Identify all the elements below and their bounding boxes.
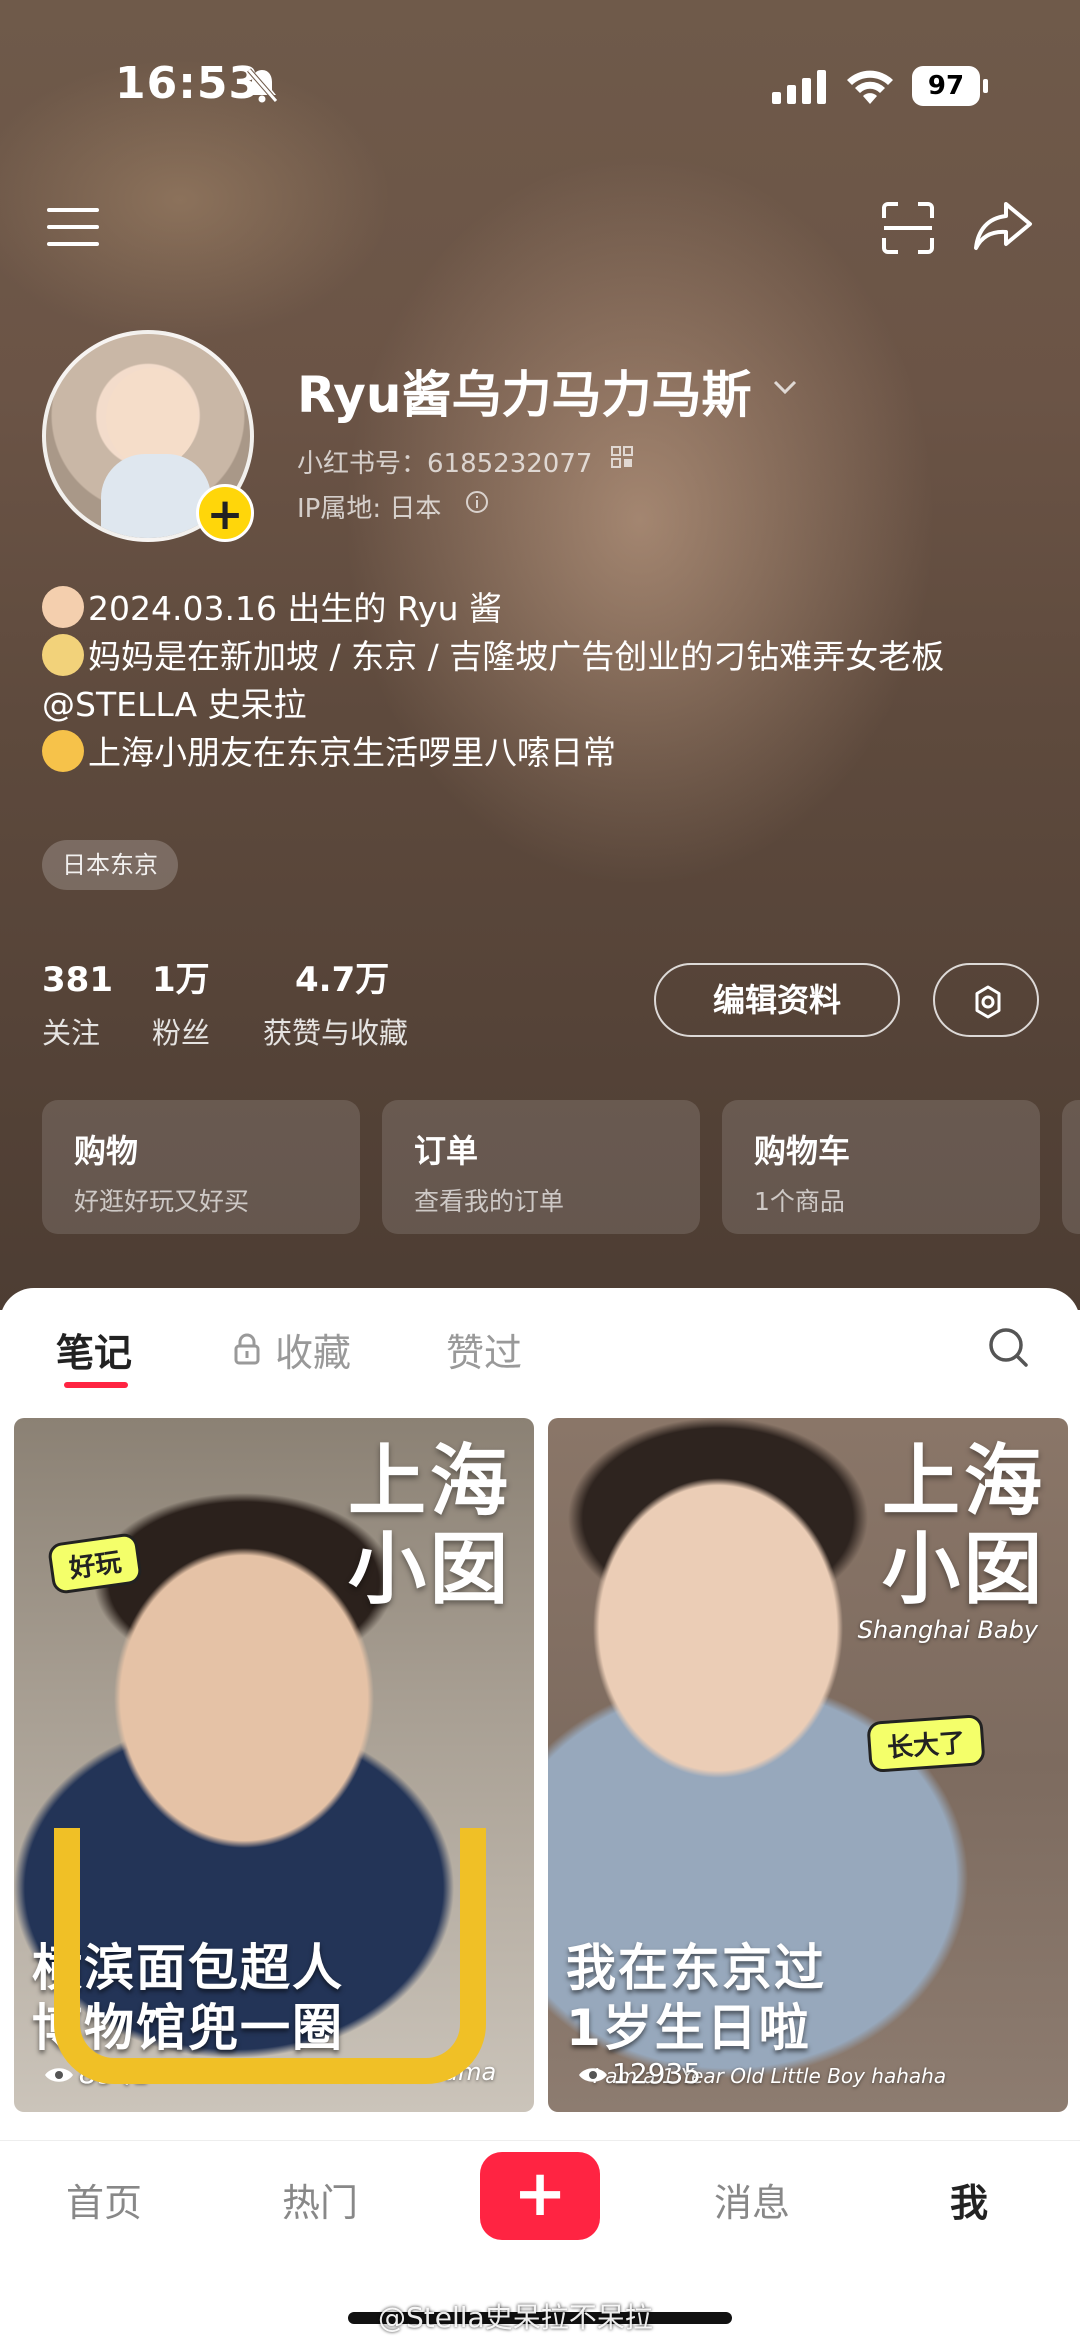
tab-notes[interactable]: 笔记 bbox=[56, 1322, 132, 1377]
share-icon[interactable] bbox=[972, 198, 1034, 254]
bio-line: @STELLA 史呆拉 bbox=[42, 681, 1042, 729]
gear-icon bbox=[975, 985, 1001, 1019]
card-orders[interactable]: 订单 查看我的订单 bbox=[382, 1100, 700, 1234]
card-title: 购物 bbox=[74, 1132, 139, 1170]
publish-button[interactable]: + bbox=[480, 2152, 600, 2240]
status-time: 16:53 bbox=[115, 58, 261, 109]
stat-followers[interactable]: 1万 粉丝 bbox=[152, 958, 210, 1052]
ip-location: IP属地: 日本 bbox=[297, 494, 442, 524]
stat-number: 381 bbox=[42, 960, 113, 1000]
location-tag[interactable]: 日本东京 bbox=[42, 840, 178, 890]
bio-line: 2024.03.16 出生的 Ryu 酱 bbox=[42, 585, 1042, 633]
profile-nickname: Ryu酱乌力马力马斯 bbox=[297, 366, 752, 424]
note-cover-title: 上海 小囡 bbox=[347, 1437, 512, 1615]
stat-likes-collections[interactable]: 4.7万 获赞与收藏 bbox=[263, 958, 408, 1052]
card-more[interactable] bbox=[1062, 1100, 1080, 1234]
note-caption-line: 1岁生日啦 bbox=[566, 1999, 811, 2057]
card-subtitle: 查看我的订单 bbox=[414, 1187, 565, 1216]
red-id: 小红书号：6185232077 bbox=[297, 449, 593, 479]
scan-icon[interactable] bbox=[880, 200, 936, 256]
stat-label: 粉丝 bbox=[152, 1016, 211, 1050]
bio-text: 上海小朋友在东京生活啰里八嗦日常 bbox=[88, 733, 616, 772]
card-title: 订单 bbox=[414, 1132, 479, 1170]
eye-icon bbox=[579, 2068, 607, 2082]
stat-following[interactable]: 381 关注 bbox=[42, 958, 113, 1052]
note-caption-line: 横滨面包超人 bbox=[32, 1939, 344, 1997]
bio-text: 妈妈是在新加坡 / 东京 / 吉隆坡广告创业的刁钻难弄女老板 bbox=[88, 637, 945, 676]
plus-icon: + bbox=[513, 2157, 567, 2231]
note-en-title: Shanghai Baby bbox=[857, 1616, 1038, 1644]
note-en-caption: Anpanman Museum at Yokohama bbox=[94, 2058, 497, 2086]
card-subtitle: 好逛好玩又好买 bbox=[74, 1187, 250, 1216]
bio-mention-link[interactable]: @STELLA 史呆拉 bbox=[42, 685, 307, 724]
avatar-face bbox=[106, 368, 198, 468]
edit-profile-button[interactable]: 编辑资料 bbox=[654, 963, 900, 1037]
info-icon[interactable] bbox=[465, 490, 489, 514]
bio-line: 上海小朋友在东京生活啰里八嗦日常 bbox=[42, 729, 1042, 777]
wifi-icon bbox=[847, 70, 893, 104]
add-avatar-button[interactable]: + bbox=[196, 484, 254, 542]
card-shopping[interactable]: 购物 好逛好玩又好买 bbox=[42, 1100, 360, 1234]
menu-icon[interactable] bbox=[45, 205, 101, 249]
cellular-signal-icon bbox=[772, 70, 826, 104]
thinking-emoji-icon bbox=[42, 730, 84, 772]
nav-trending[interactable]: 热门 bbox=[282, 2172, 358, 2227]
card-subtitle: 1个商品 bbox=[754, 1187, 845, 1216]
eye-icon bbox=[45, 2068, 73, 2082]
qr-code-icon[interactable] bbox=[610, 445, 634, 469]
note-caption-line: 博物馆兜一圈 bbox=[32, 1999, 344, 2057]
nav-home[interactable]: 首页 bbox=[66, 2172, 142, 2227]
note-card[interactable]: 上海 小囡 Shanghai Baby 长大了 我在东京过 1岁生日啦 I am … bbox=[548, 1418, 1068, 2112]
note-cover-title: 上海 小囡 bbox=[881, 1437, 1046, 1615]
active-tab-indicator bbox=[64, 1382, 128, 1388]
profile-bio: 2024.03.16 出生的 Ryu 酱 妈妈是在新加坡 / 东京 / 吉隆坡广… bbox=[42, 585, 1042, 777]
nav-messages[interactable]: 消息 bbox=[714, 2172, 790, 2227]
avatar-body bbox=[101, 454, 211, 538]
card-cart[interactable]: 购物车 1个商品 bbox=[722, 1100, 1040, 1234]
note-views-count: 12935 bbox=[612, 2057, 702, 2090]
stat-label: 关注 bbox=[42, 1016, 101, 1050]
note-sticker: 好玩 bbox=[46, 1531, 144, 1596]
settings-button[interactable] bbox=[933, 963, 1039, 1037]
stat-number: 4.7万 bbox=[295, 960, 390, 1000]
note-views-count: 8941 bbox=[78, 2057, 150, 2090]
note-card[interactable]: 上海 小囡 好玩 横滨面包超人 博物馆兜一圈 Anpanman Museum at… bbox=[14, 1418, 534, 2112]
note-sticker: 长大了 bbox=[866, 1714, 986, 1773]
tab-liked[interactable]: 赞过 bbox=[446, 1322, 522, 1377]
note-views: 12935 bbox=[578, 2057, 701, 2090]
note-views: 8941 bbox=[44, 2057, 149, 2090]
note-caption-line: 我在东京过 bbox=[566, 1939, 826, 1997]
watermark: @Stella史呆拉不呆拉 bbox=[378, 2301, 653, 2334]
bio-text: 2024.03.16 出生的 Ryu 酱 bbox=[88, 589, 502, 628]
mute-bell-icon bbox=[247, 68, 278, 103]
woman-emoji-icon bbox=[42, 634, 84, 676]
baby-emoji-icon bbox=[42, 586, 84, 628]
search-icon[interactable] bbox=[986, 1325, 1030, 1369]
lock-icon bbox=[234, 1333, 260, 1365]
card-title: 购物车 bbox=[754, 1132, 851, 1170]
bio-line: 妈妈是在新加坡 / 东京 / 吉隆坡广告创业的刁钻难弄女老板 bbox=[42, 633, 1042, 681]
tab-collections[interactable]: 收藏 bbox=[275, 1322, 351, 1377]
nav-me[interactable]: 我 bbox=[950, 2172, 988, 2227]
status-bar: 16:53 97 bbox=[0, 0, 1080, 130]
stat-label: 获赞与收藏 bbox=[263, 1016, 409, 1050]
chevron-down-icon[interactable] bbox=[770, 372, 800, 402]
battery-indicator: 97 bbox=[912, 66, 988, 106]
stat-number: 1万 bbox=[152, 960, 210, 1000]
